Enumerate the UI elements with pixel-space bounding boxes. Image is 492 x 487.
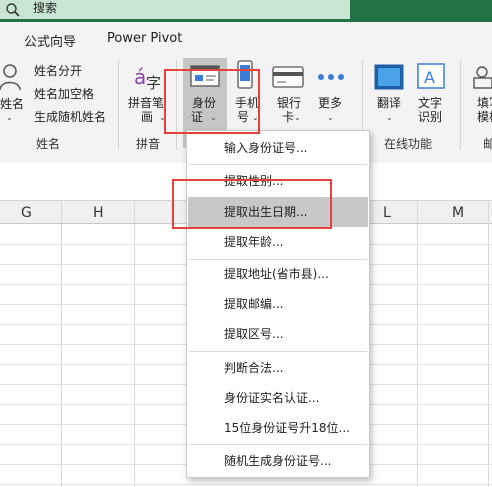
tab-power-pivot[interactable]: Power Pivot bbox=[107, 31, 182, 46]
menu-item-extract-zipcode[interactable]: 提取邮编... bbox=[188, 289, 368, 319]
name-group-label: 姓名 bbox=[36, 137, 61, 151]
fill-template-button[interactable]: 填写 bbox=[477, 96, 492, 111]
fill-template-button-line2: 模板 bbox=[477, 110, 492, 124]
mail-group-label: 邮 bbox=[483, 137, 492, 151]
ocr-button[interactable]: 文字 bbox=[418, 96, 442, 111]
template-icon bbox=[473, 66, 492, 89]
bank-card-button[interactable]: 银行 bbox=[277, 96, 301, 111]
column-header-l[interactable]: L bbox=[383, 205, 391, 221]
menu-item-upgrade-15-to-18[interactable]: 15位身份证号升18位... bbox=[188, 413, 368, 443]
more-dots-icon bbox=[318, 74, 344, 80]
translate-caret-icon: ⌄ bbox=[386, 113, 393, 122]
pinyin-stroke-button-line2: 画 bbox=[141, 110, 154, 124]
bank-card-icon bbox=[272, 66, 304, 88]
group-separator bbox=[460, 60, 461, 150]
menu-item-enter-id[interactable]: 输入身份证号... bbox=[188, 133, 368, 163]
svg-text:á: á bbox=[134, 65, 146, 89]
ocr-button-line2: 识别 bbox=[418, 110, 443, 124]
gridline-horizontal bbox=[0, 484, 492, 485]
group-separator bbox=[118, 60, 119, 150]
search-icon bbox=[6, 3, 20, 17]
svg-text:A: A bbox=[424, 68, 435, 87]
menu-item-extract-address[interactable]: 提取地址(省市县)... bbox=[188, 259, 368, 289]
birthdate-highlight-box bbox=[172, 179, 332, 229]
pinyin-icon: á 字 bbox=[134, 65, 161, 92]
search-label: 搜索 bbox=[33, 1, 58, 15]
column-header-m[interactable]: M bbox=[452, 205, 464, 221]
name-button[interactable]: 姓名 bbox=[0, 97, 24, 112]
online-group-label: 在线功能 bbox=[384, 137, 433, 151]
excel-window: 搜索 公式向导 Power Pivot 姓名 ⌄ 姓名分开 姓名加空格 生成随机… bbox=[0, 0, 492, 487]
bank-card-caret-icon: ⌄ bbox=[294, 113, 301, 122]
menu-item-real-name-auth[interactable]: 身份证实名认证... bbox=[188, 383, 368, 413]
title-bar: 搜索 bbox=[0, 0, 492, 22]
menu-item-extract-area-code[interactable]: 提取区号... bbox=[188, 319, 368, 349]
menu-separator bbox=[189, 351, 367, 352]
column-header-g[interactable]: G bbox=[21, 205, 32, 221]
random-name-command[interactable]: 生成随机姓名 bbox=[34, 108, 106, 125]
id-card-highlight-box bbox=[164, 69, 260, 134]
menu-item-extract-age[interactable]: 提取年龄... bbox=[188, 227, 368, 257]
pinyin-stroke-button-line1[interactable]: 拼音笔 bbox=[128, 96, 164, 111]
name-caret-icon: ⌄ bbox=[6, 113, 13, 122]
menu-item-random-id[interactable]: 随机生成身份证号... bbox=[188, 446, 368, 476]
tab-formula-wizard[interactable]: 公式向导 bbox=[24, 31, 76, 50]
person-icon bbox=[0, 64, 21, 91]
translate-button[interactable]: 翻译 bbox=[377, 96, 401, 111]
column-header-h[interactable]: H bbox=[93, 205, 104, 221]
bank-card-button-line2: 卡 bbox=[282, 110, 295, 124]
menu-separator bbox=[189, 164, 367, 165]
more-caret-icon: ⌄ bbox=[327, 113, 334, 122]
search-box[interactable]: 搜索 bbox=[0, 0, 350, 19]
translate-icon bbox=[374, 64, 404, 90]
more-button[interactable]: 更多 bbox=[318, 96, 342, 111]
svg-text:字: 字 bbox=[146, 74, 161, 92]
add-space-name-command[interactable]: 姓名加空格 bbox=[34, 85, 94, 102]
menu-separator bbox=[189, 444, 367, 445]
split-name-command[interactable]: 姓名分开 bbox=[34, 62, 82, 79]
menu-item-validate[interactable]: 判断合法... bbox=[188, 353, 368, 383]
pinyin-group-label: 拼音 bbox=[136, 137, 161, 151]
ocr-icon: A bbox=[417, 63, 445, 89]
